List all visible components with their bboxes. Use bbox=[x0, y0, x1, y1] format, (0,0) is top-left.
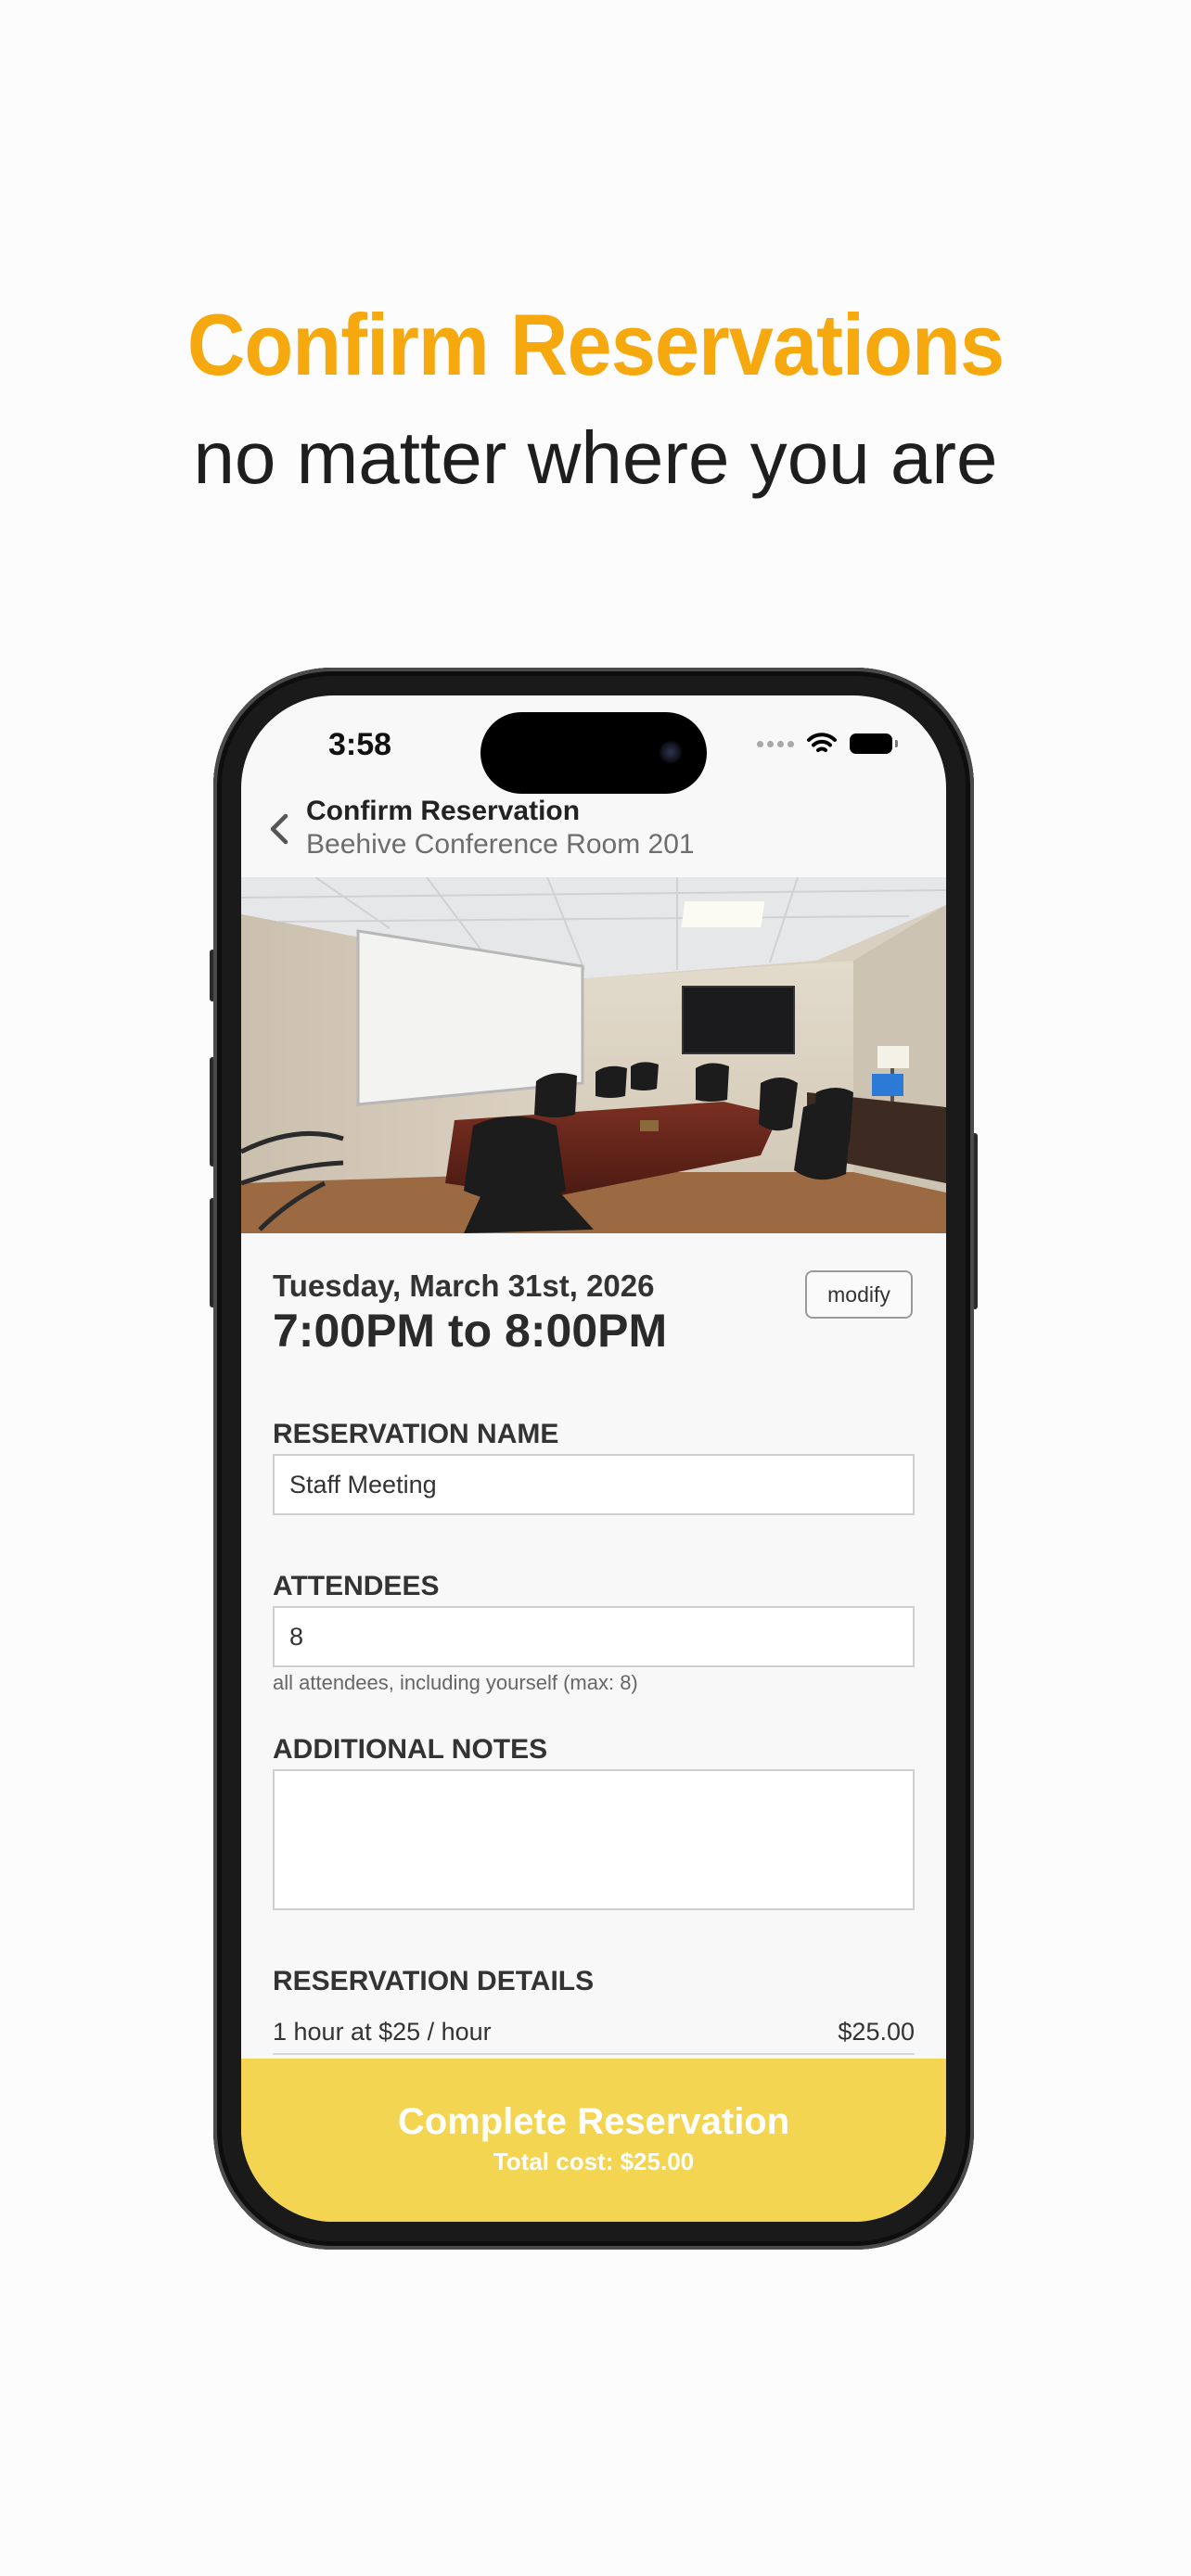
cost-line-description: 1 hour at $25 / hour bbox=[273, 2018, 492, 2046]
phone-frame: 3:58 Confirm Reservation Beehive Confere… bbox=[213, 668, 974, 2250]
reservation-time-range: 7:00PM to 8:00PM bbox=[273, 1305, 668, 1357]
cost-line-amount: $25.00 bbox=[838, 2018, 915, 2046]
reservation-details-heading: RESERVATION DETAILS bbox=[273, 1966, 595, 1996]
additional-notes-textarea[interactable] bbox=[273, 1769, 915, 1910]
nav-title: Confirm Reservation bbox=[306, 796, 581, 826]
reservation-date: Tuesday, March 31st, 2026 bbox=[273, 1269, 655, 1303]
modify-button[interactable]: modify bbox=[805, 1270, 913, 1319]
additional-notes-label: ADDITIONAL NOTES bbox=[273, 1734, 548, 1765]
promo-subline: no matter where you are bbox=[193, 416, 998, 499]
wifi-icon bbox=[807, 733, 837, 752]
total-cost-label: Total cost: $25.00 bbox=[493, 2148, 695, 2175]
camera-icon bbox=[659, 740, 683, 764]
attendees-hint: all attendees, including yourself (max: … bbox=[273, 1671, 638, 1694]
status-icons bbox=[757, 731, 898, 757]
attendees-input[interactable] bbox=[273, 1606, 915, 1667]
signal-dots-icon bbox=[757, 740, 794, 747]
dynamic-island bbox=[480, 712, 707, 794]
cost-line-item: 1 hour at $25 / hour $25.00 bbox=[273, 2018, 915, 2047]
chevron-left-icon[interactable] bbox=[262, 810, 299, 848]
nav-bar: Confirm Reservation Beehive Conference R… bbox=[241, 788, 946, 877]
reservation-name-label: RESERVATION NAME bbox=[273, 1419, 559, 1449]
attendees-label: ATTENDEES bbox=[273, 1571, 440, 1601]
reservation-name-input[interactable] bbox=[273, 1454, 915, 1515]
app-screen: 3:58 Confirm Reservation Beehive Confere… bbox=[241, 695, 946, 2222]
status-time: 3:58 bbox=[328, 727, 392, 762]
conference-room-photo bbox=[241, 877, 946, 1233]
promo-headline: Confirm Reservations bbox=[186, 296, 1005, 393]
details-divider bbox=[273, 2053, 915, 2055]
battery-icon bbox=[850, 733, 898, 754]
complete-reservation-button[interactable]: Complete Reservation Total cost: $25.00 bbox=[241, 2059, 946, 2222]
nav-subtitle: Beehive Conference Room 201 bbox=[306, 829, 695, 860]
complete-reservation-label: Complete Reservation bbox=[397, 2101, 790, 2142]
